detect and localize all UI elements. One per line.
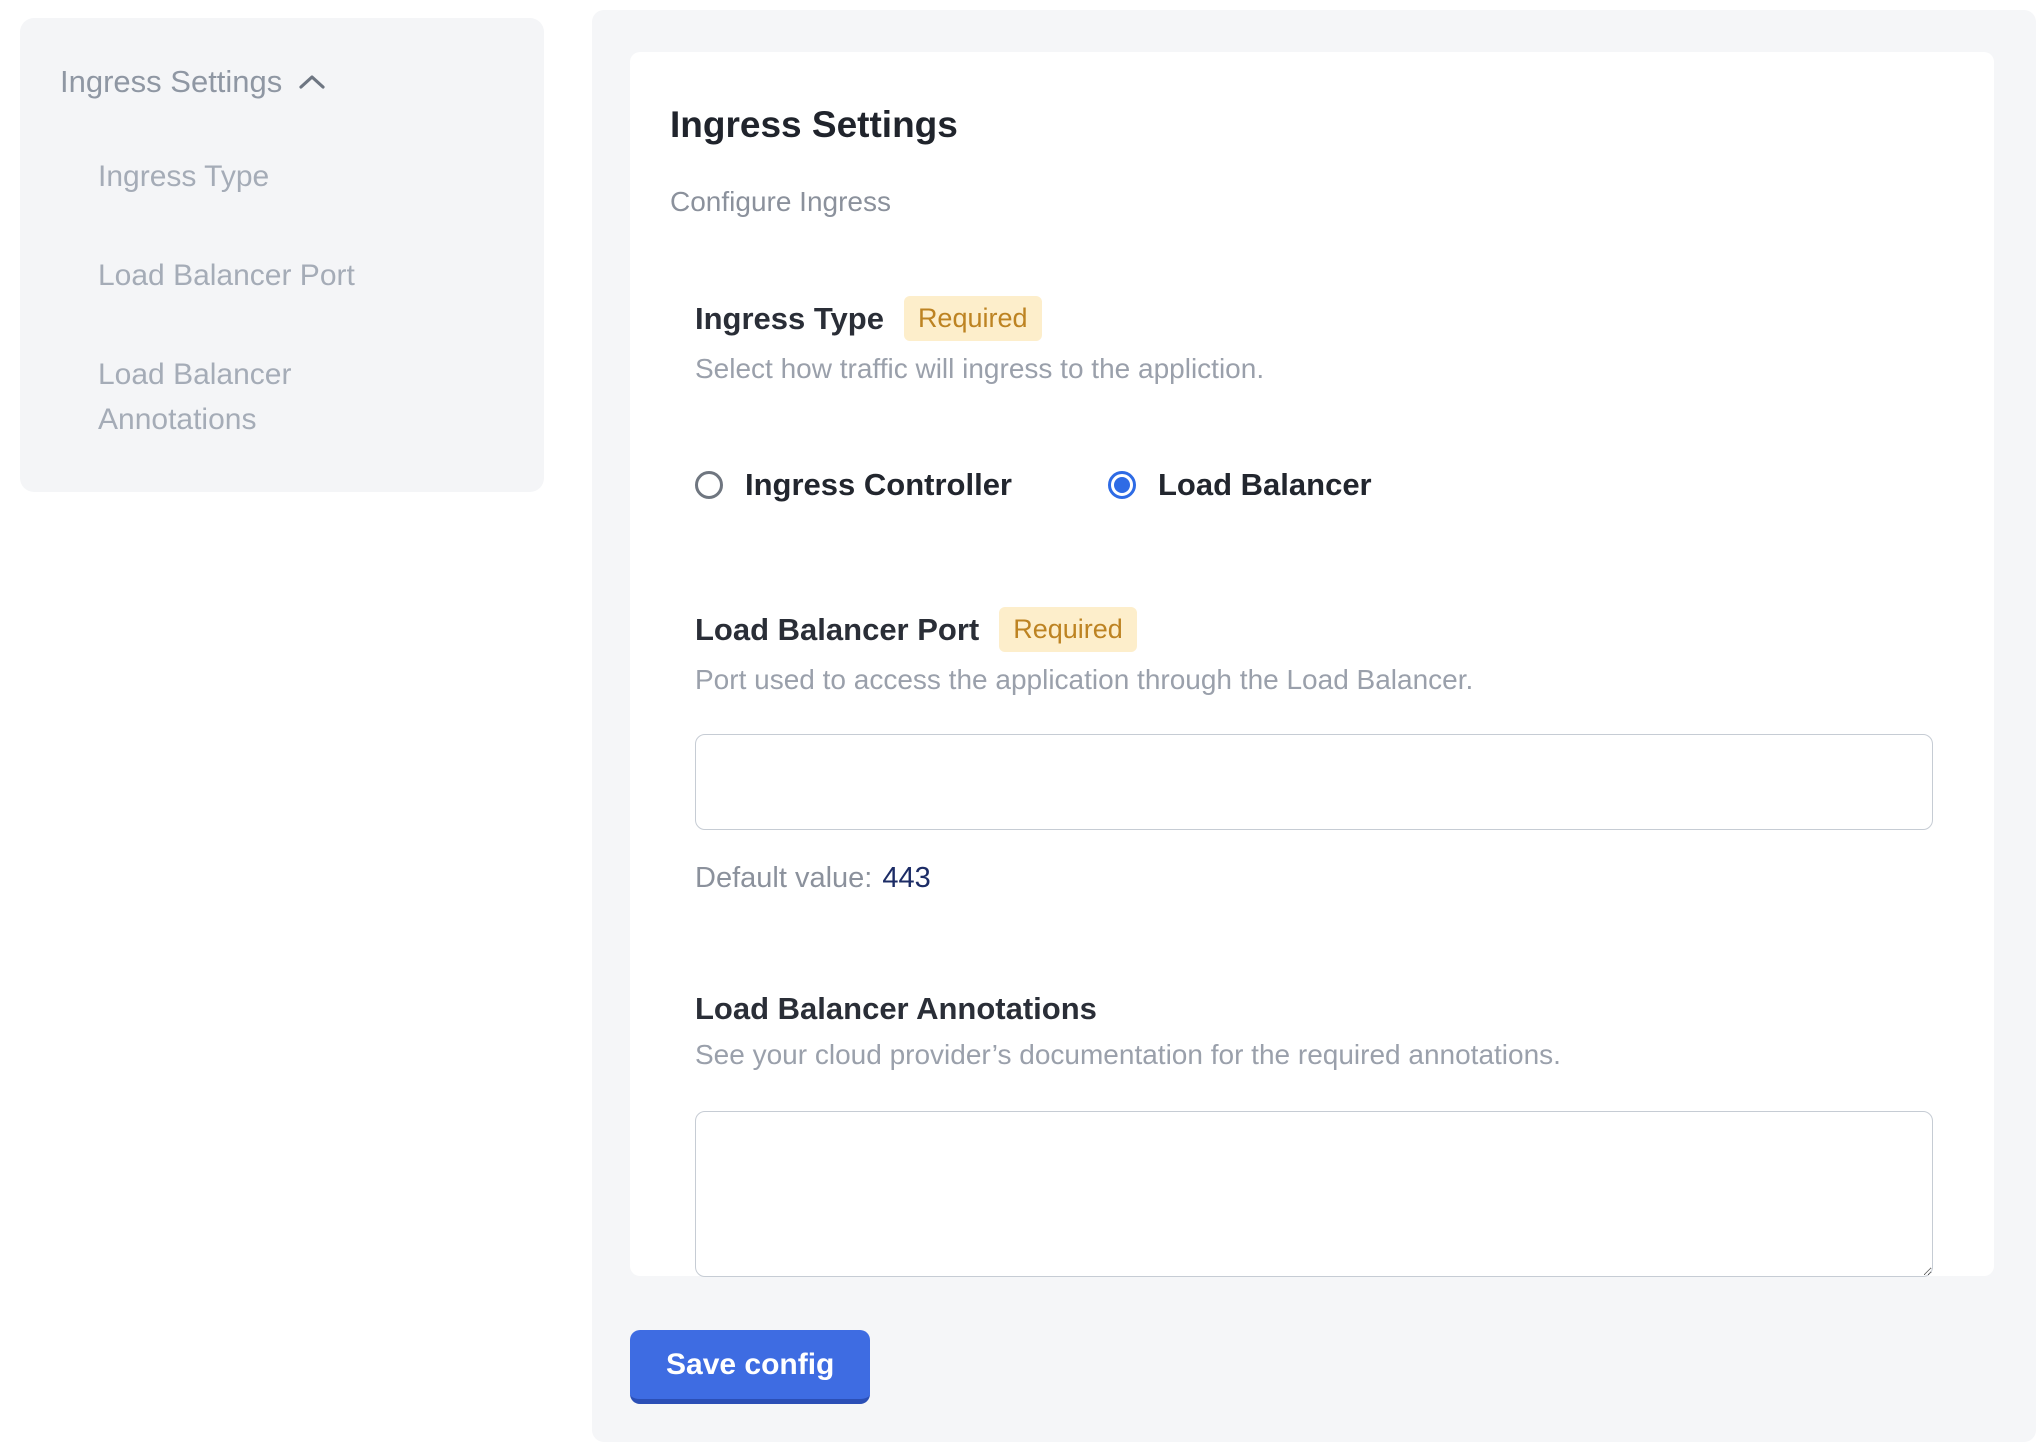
ingress-settings-card: Ingress Settings Configure Ingress Ingre… <box>630 52 1994 1276</box>
field-ingress-type: Ingress Type Required Select how traffic… <box>695 296 1954 503</box>
lb-annotations-textarea[interactable] <box>695 1111 1933 1277</box>
sidebar-section-ingress-settings[interactable]: Ingress Settings <box>60 64 504 100</box>
radio-option-load-balancer[interactable]: Load Balancer <box>1108 467 1372 503</box>
lb-annotations-description: See your cloud provider’s documentation … <box>695 1039 1954 1071</box>
page-title: Ingress Settings <box>670 104 1954 146</box>
default-value-number: 443 <box>882 862 930 894</box>
sidebar-section-label: Ingress Settings <box>60 64 282 100</box>
ingress-type-description: Select how traffic will ingress to the a… <box>695 353 1954 385</box>
chevron-up-icon <box>298 73 326 91</box>
required-badge: Required <box>904 296 1042 341</box>
sidebar-item-load-balancer-port[interactable]: Load Balancer Port <box>98 253 408 298</box>
default-value-label: Default value: <box>695 862 872 894</box>
ingress-type-label: Ingress Type <box>695 301 884 337</box>
radio-ingress-controller <box>695 471 723 499</box>
radio-label-load-balancer: Load Balancer <box>1158 467 1372 503</box>
save-config-button[interactable]: Save config <box>630 1330 870 1404</box>
lb-port-default-line: Default value: 443 <box>695 862 1954 895</box>
settings-nav-sidebar: Ingress Settings Ingress Type Load Balan… <box>20 18 544 492</box>
sidebar-item-ingress-type[interactable]: Ingress Type <box>98 154 408 199</box>
sidebar-item-load-balancer-annotations[interactable]: Load Balancer Annotations <box>98 352 408 442</box>
ingress-type-radio-group: Ingress Controller Load Balancer <box>695 467 1954 503</box>
field-load-balancer-port: Load Balancer Port Required Port used to… <box>695 607 1954 895</box>
radio-label-ingress-controller: Ingress Controller <box>745 467 1012 503</box>
lb-port-description: Port used to access the application thro… <box>695 664 1954 696</box>
sidebar-subnav: Ingress Type Load Balancer Port Load Bal… <box>98 154 504 442</box>
lb-port-label: Load Balancer Port <box>695 612 979 648</box>
lb-port-input[interactable] <box>695 734 1933 830</box>
radio-load-balancer <box>1108 471 1136 499</box>
lb-annotations-label: Load Balancer Annotations <box>695 991 1097 1027</box>
required-badge: Required <box>999 607 1137 652</box>
page-subtitle: Configure Ingress <box>670 186 1954 218</box>
field-load-balancer-annotations: Load Balancer Annotations See your cloud… <box>695 991 1954 1277</box>
main-panel: Ingress Settings Configure Ingress Ingre… <box>592 10 2036 1442</box>
radio-option-ingress-controller[interactable]: Ingress Controller <box>695 467 1012 503</box>
